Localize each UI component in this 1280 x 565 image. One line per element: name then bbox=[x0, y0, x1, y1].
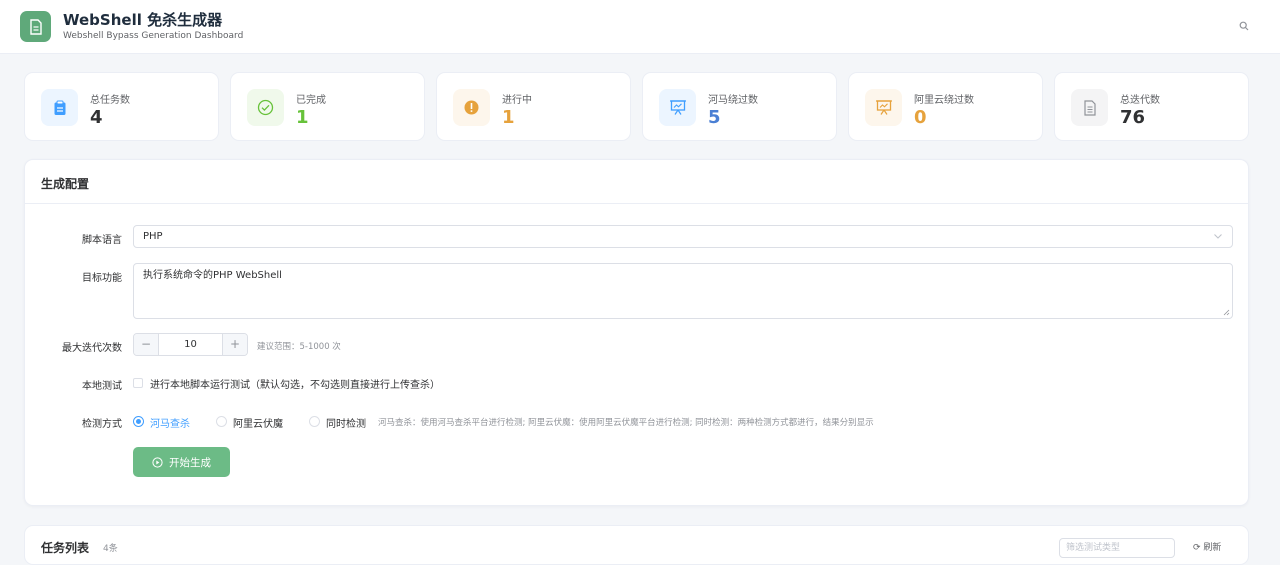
generation-config-panel: 生成配置 脚本语言 PHP 目标功能 执行系统命令的PHP WebShell 最… bbox=[24, 159, 1249, 506]
app-header: WebShell 免杀生成器 Webshell Bypass Generatio… bbox=[0, 0, 1280, 54]
task-list-count: 4条 bbox=[103, 544, 118, 554]
local-test-label: 本地测试 bbox=[82, 381, 122, 392]
refresh-button[interactable]: ⟳ 刷新 bbox=[1193, 540, 1221, 553]
task-type-filter[interactable]: 筛选测试类型 bbox=[1059, 538, 1175, 558]
panel-title: 生成配置 bbox=[41, 177, 90, 191]
document-icon bbox=[20, 11, 51, 42]
stat-card-completed: 已完成 1 bbox=[230, 72, 425, 141]
app-subtitle: Webshell Bypass Generation Dashboard bbox=[63, 31, 244, 41]
increment-button[interactable]: + bbox=[222, 334, 247, 355]
local-test-checkbox-label[interactable]: 进行本地脚本运行测试（默认勾选，不勾选则直接进行上传查杀） bbox=[150, 376, 440, 391]
warning-circle-icon bbox=[453, 89, 490, 126]
start-generate-label: 开始生成 bbox=[169, 456, 211, 469]
local-test-checkbox[interactable] bbox=[133, 378, 143, 388]
radio-hema-label[interactable]: 河马查杀 bbox=[150, 415, 190, 430]
task-list-panel: 任务列表 4条 筛选测试类型 ⟳ 刷新 bbox=[24, 525, 1249, 565]
clipboard-icon bbox=[41, 89, 78, 126]
divider bbox=[25, 203, 1248, 204]
stat-card-in-progress: 进行中 1 bbox=[436, 72, 631, 141]
stat-label: 总迭代数 bbox=[1120, 95, 1160, 106]
language-select-value: PHP bbox=[143, 231, 163, 242]
detect-method-label: 检测方式 bbox=[82, 419, 122, 430]
stat-value: 1 bbox=[296, 107, 309, 128]
language-select[interactable]: PHP bbox=[133, 225, 1233, 248]
document-icon bbox=[1071, 89, 1108, 126]
presentation-icon bbox=[659, 89, 696, 126]
radio-aliyun-label[interactable]: 阿里云伏魔 bbox=[233, 415, 283, 430]
function-textarea[interactable]: 执行系统命令的PHP WebShell bbox=[133, 263, 1233, 319]
radio-hema[interactable] bbox=[133, 416, 144, 427]
language-label: 脚本语言 bbox=[82, 235, 122, 246]
stat-card-hema-bypass: 河马绕过数 5 bbox=[642, 72, 837, 141]
stat-label: 总任务数 bbox=[90, 95, 130, 106]
stat-value: 76 bbox=[1120, 107, 1146, 128]
iterations-input[interactable]: 10 bbox=[159, 334, 222, 355]
radio-both-label[interactable]: 同时检测 bbox=[326, 415, 366, 430]
stats-row: 总任务数 4 已完成 1 进行中 1 河马绕过数 5 阿里云绕过数 0 总迭代数… bbox=[24, 72, 1249, 141]
task-list-title: 任务列表 bbox=[41, 541, 90, 555]
function-textarea-value: 执行系统命令的PHP WebShell bbox=[143, 270, 282, 281]
decrement-button[interactable]: − bbox=[134, 334, 159, 355]
stat-label: 阿里云绕过数 bbox=[914, 95, 974, 106]
function-label: 目标功能 bbox=[82, 273, 122, 284]
iterations-hint: 建议范围：5-1000 次 bbox=[257, 342, 341, 352]
app-title: WebShell 免杀生成器 bbox=[63, 11, 223, 29]
check-circle-icon bbox=[247, 89, 284, 126]
radio-aliyun[interactable] bbox=[216, 416, 227, 427]
stat-card-total-tasks: 总任务数 4 bbox=[24, 72, 219, 141]
start-generate-button[interactable]: 开始生成 bbox=[133, 447, 230, 477]
stat-value: 5 bbox=[708, 107, 721, 128]
stat-label: 已完成 bbox=[296, 95, 326, 106]
stat-label: 河马绕过数 bbox=[708, 95, 758, 106]
presentation-icon bbox=[865, 89, 902, 126]
radio-both[interactable] bbox=[309, 416, 320, 427]
stat-card-aliyun-bypass: 阿里云绕过数 0 bbox=[848, 72, 1043, 141]
chevron-down-icon bbox=[1214, 234, 1222, 239]
stat-value: 4 bbox=[90, 107, 103, 128]
play-circle-icon bbox=[152, 456, 163, 468]
iterations-label: 最大迭代次数 bbox=[62, 343, 122, 354]
iterations-stepper: − 10 + bbox=[133, 333, 248, 356]
detect-method-hint: 河马查杀：使用河马查杀平台进行检测; 阿里云伏魔：使用阿里云伏魔平台进行检测; … bbox=[378, 418, 874, 428]
search-icon[interactable] bbox=[1236, 18, 1252, 34]
stat-label: 进行中 bbox=[502, 95, 532, 106]
stat-value: 1 bbox=[502, 107, 515, 128]
stat-value: 0 bbox=[914, 107, 927, 128]
resize-grip-icon[interactable] bbox=[1223, 309, 1230, 316]
stat-card-total-iterations: 总迭代数 76 bbox=[1054, 72, 1249, 141]
